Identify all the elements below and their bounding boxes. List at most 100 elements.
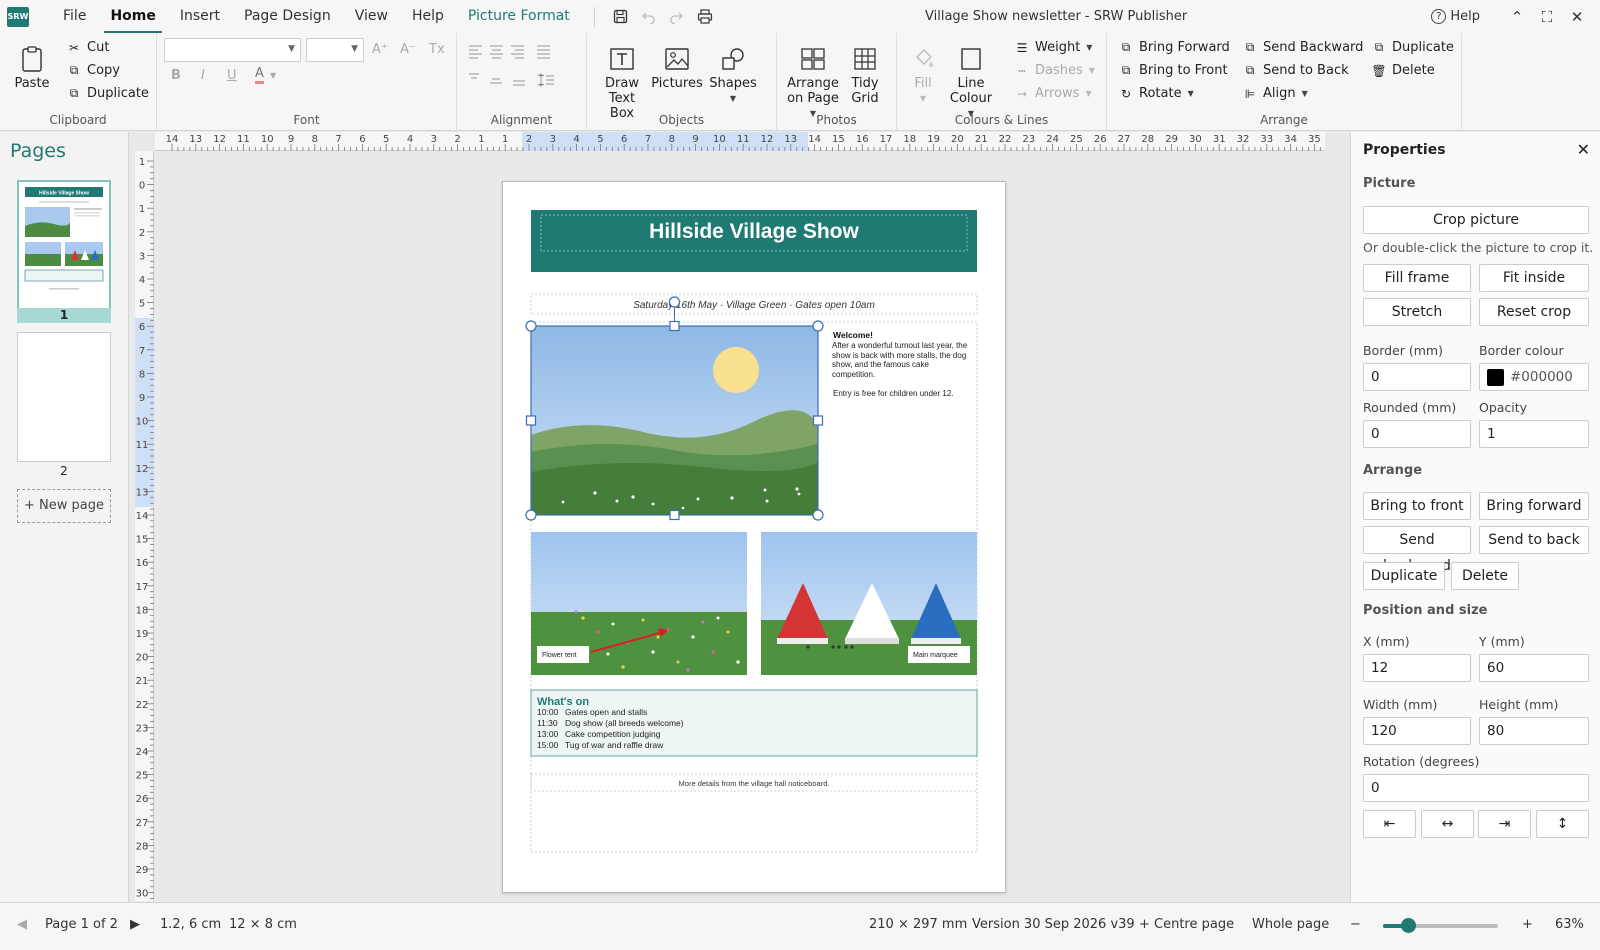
align-left-button[interactable]: ⇤: [1363, 810, 1416, 838]
alignment-icons[interactable]: [457, 41, 587, 101]
schedule-event[interactable]: Dog show (all breeds welcome): [565, 718, 684, 728]
underline-button[interactable]: U: [227, 68, 237, 83]
redo-icon[interactable]: [663, 4, 691, 30]
fill-button[interactable]: Fill ▼: [903, 45, 943, 106]
help-button[interactable]: ? Help: [1431, 9, 1480, 24]
properties-delete-button[interactable]: Delete: [1451, 562, 1519, 590]
chevron-down-icon[interactable]: ▼: [270, 71, 276, 80]
x-input[interactable]: 12: [1363, 654, 1471, 682]
fit-inside-button[interactable]: Fit inside: [1479, 264, 1589, 292]
align-right-button[interactable]: ⇥: [1478, 810, 1531, 838]
newsletter-footer[interactable]: More details from the village hall notic…: [679, 779, 830, 788]
tab-view[interactable]: View: [343, 0, 400, 33]
rotate-button[interactable]: ↻ Rotate ▼: [1119, 86, 1194, 101]
tab-file[interactable]: File: [51, 0, 98, 33]
shapes-button[interactable]: Shapes ▼: [707, 45, 759, 106]
schedule-time[interactable]: 11:30: [537, 718, 558, 728]
properties-duplicate-button[interactable]: Duplicate: [1363, 562, 1445, 590]
tab-insert[interactable]: Insert: [168, 0, 232, 33]
rotation-input[interactable]: 0: [1363, 774, 1589, 802]
hero-picture[interactable]: [531, 326, 818, 515]
send-backward-button[interactable]: Send backward: [1363, 526, 1471, 574]
caption-flower-tent[interactable]: Flower tent: [542, 652, 577, 659]
duplicate-button[interactable]: ⧉ Duplicate: [67, 86, 149, 101]
line-colour-button[interactable]: Line Colour ▼: [947, 45, 995, 121]
draw-text-box-button[interactable]: Draw Text Box: [597, 45, 647, 121]
print-icon[interactable]: [691, 4, 719, 30]
schedule-event[interactable]: Cake competition judging: [565, 729, 661, 739]
expand-icon[interactable]: ⛶: [1532, 8, 1562, 26]
zoom-in-button[interactable]: +: [1522, 917, 1533, 932]
zoom-out-button[interactable]: −: [1350, 917, 1361, 932]
save-icon[interactable]: [607, 4, 635, 30]
paste-button[interactable]: Paste: [14, 45, 50, 91]
schedule-event[interactable]: Tug of war and raffle draw: [565, 740, 664, 750]
tidy-grid-button[interactable]: Tidy Grid: [843, 45, 887, 106]
close-icon[interactable]: ✕: [1562, 8, 1592, 26]
send-to-back-button[interactable]: ⧉ Send to Back: [1243, 63, 1349, 78]
bring-forward-button[interactable]: ⧉ Bring Forward: [1119, 40, 1230, 55]
align-vertical-button[interactable]: ↕: [1536, 810, 1589, 838]
border-colour-input[interactable]: #000000: [1479, 363, 1589, 391]
page-thumbnail-2[interactable]: [17, 332, 111, 462]
crop-picture-button[interactable]: Crop picture: [1363, 206, 1589, 234]
border-input[interactable]: 0: [1363, 363, 1471, 391]
welcome-body[interactable]: After a wonderful turnout last year, the…: [832, 341, 974, 379]
next-page-icon[interactable]: ▶: [130, 917, 140, 932]
send-to-back-button[interactable]: Send to back: [1479, 526, 1589, 554]
chevron-up-icon[interactable]: ⌃: [1502, 8, 1532, 26]
dashes-button[interactable]: ┅ Dashes ▼: [1015, 63, 1095, 78]
height-input[interactable]: 80: [1479, 717, 1589, 745]
close-icon[interactable]: ✕: [1577, 140, 1590, 159]
zoom-slider[interactable]: [1383, 918, 1498, 933]
send-backward-button[interactable]: ⧉ Send Backward: [1243, 40, 1364, 55]
tab-help[interactable]: Help: [400, 0, 456, 33]
color-swatch[interactable]: [1487, 369, 1504, 386]
zoom-slider-thumb[interactable]: [1401, 918, 1417, 933]
newsletter-title[interactable]: Hillside Village Show: [649, 220, 859, 243]
grow-font-icon[interactable]: A⁺: [372, 42, 388, 57]
whole-page-button[interactable]: Whole page: [1252, 917, 1329, 932]
flower-tent-picture[interactable]: Flower tent: [531, 532, 747, 675]
align-centre-button[interactable]: ↔: [1421, 810, 1474, 838]
font-color-button[interactable]: A: [255, 66, 264, 84]
weight-button[interactable]: ☰ Weight ▼: [1015, 40, 1093, 55]
fill-frame-button[interactable]: Fill frame: [1363, 264, 1471, 292]
newsletter-page[interactable]: Hillside Village Show Saturday 16th May …: [502, 181, 1006, 893]
ribbon-delete-button[interactable]: 🗑 Delete: [1371, 63, 1434, 78]
bring-to-front-button[interactable]: Bring to front: [1363, 492, 1471, 520]
new-page-button[interactable]: + New page: [17, 489, 111, 523]
arrange-on-page-button[interactable]: Arrange on Page ▼: [785, 45, 841, 121]
prev-page-icon[interactable]: ◀: [17, 917, 27, 932]
opacity-input[interactable]: 1: [1479, 420, 1589, 448]
tab-picture-format[interactable]: Picture Format: [456, 0, 582, 33]
font-family-select[interactable]: ▼: [164, 38, 301, 62]
schedule-event[interactable]: Gates open and stalls: [565, 707, 647, 717]
shrink-font-icon[interactable]: A⁻: [400, 42, 416, 57]
align-button[interactable]: ⊫ Align ▼: [1243, 86, 1308, 101]
centre-page-button[interactable]: + Centre page: [1139, 917, 1234, 932]
ribbon-duplicate-button[interactable]: ⧉ Duplicate: [1372, 40, 1454, 55]
copy-button[interactable]: ⧉ Copy: [67, 63, 120, 78]
welcome-note[interactable]: Entry is free for children under 12.: [833, 389, 954, 398]
bold-button[interactable]: B: [171, 68, 181, 83]
font-size-select[interactable]: ▼: [306, 38, 364, 62]
reset-crop-button[interactable]: Reset crop: [1479, 298, 1589, 326]
page-thumbnail-1[interactable]: Hillside Village Show: [17, 180, 111, 310]
welcome-heading[interactable]: Welcome!: [833, 330, 873, 340]
width-input[interactable]: 120: [1363, 717, 1471, 745]
y-input[interactable]: 60: [1479, 654, 1589, 682]
schedule-time[interactable]: 13:00: [537, 729, 559, 739]
schedule-time[interactable]: 10:00: [537, 707, 559, 717]
stretch-button[interactable]: Stretch: [1363, 298, 1471, 326]
undo-icon[interactable]: [635, 4, 663, 30]
arrows-button[interactable]: → Arrows ▼: [1015, 86, 1092, 101]
tab-page-design[interactable]: Page Design: [232, 0, 343, 33]
rounded-input[interactable]: 0: [1363, 420, 1471, 448]
main-marquee-picture[interactable]: Main marquee: [761, 532, 977, 675]
clear-format-icon[interactable]: Tx: [429, 42, 445, 57]
pictures-button[interactable]: Pictures: [651, 45, 703, 91]
tab-home[interactable]: Home: [98, 0, 167, 33]
italic-button[interactable]: I: [201, 68, 205, 83]
schedule-time[interactable]: 15:00: [537, 740, 559, 750]
